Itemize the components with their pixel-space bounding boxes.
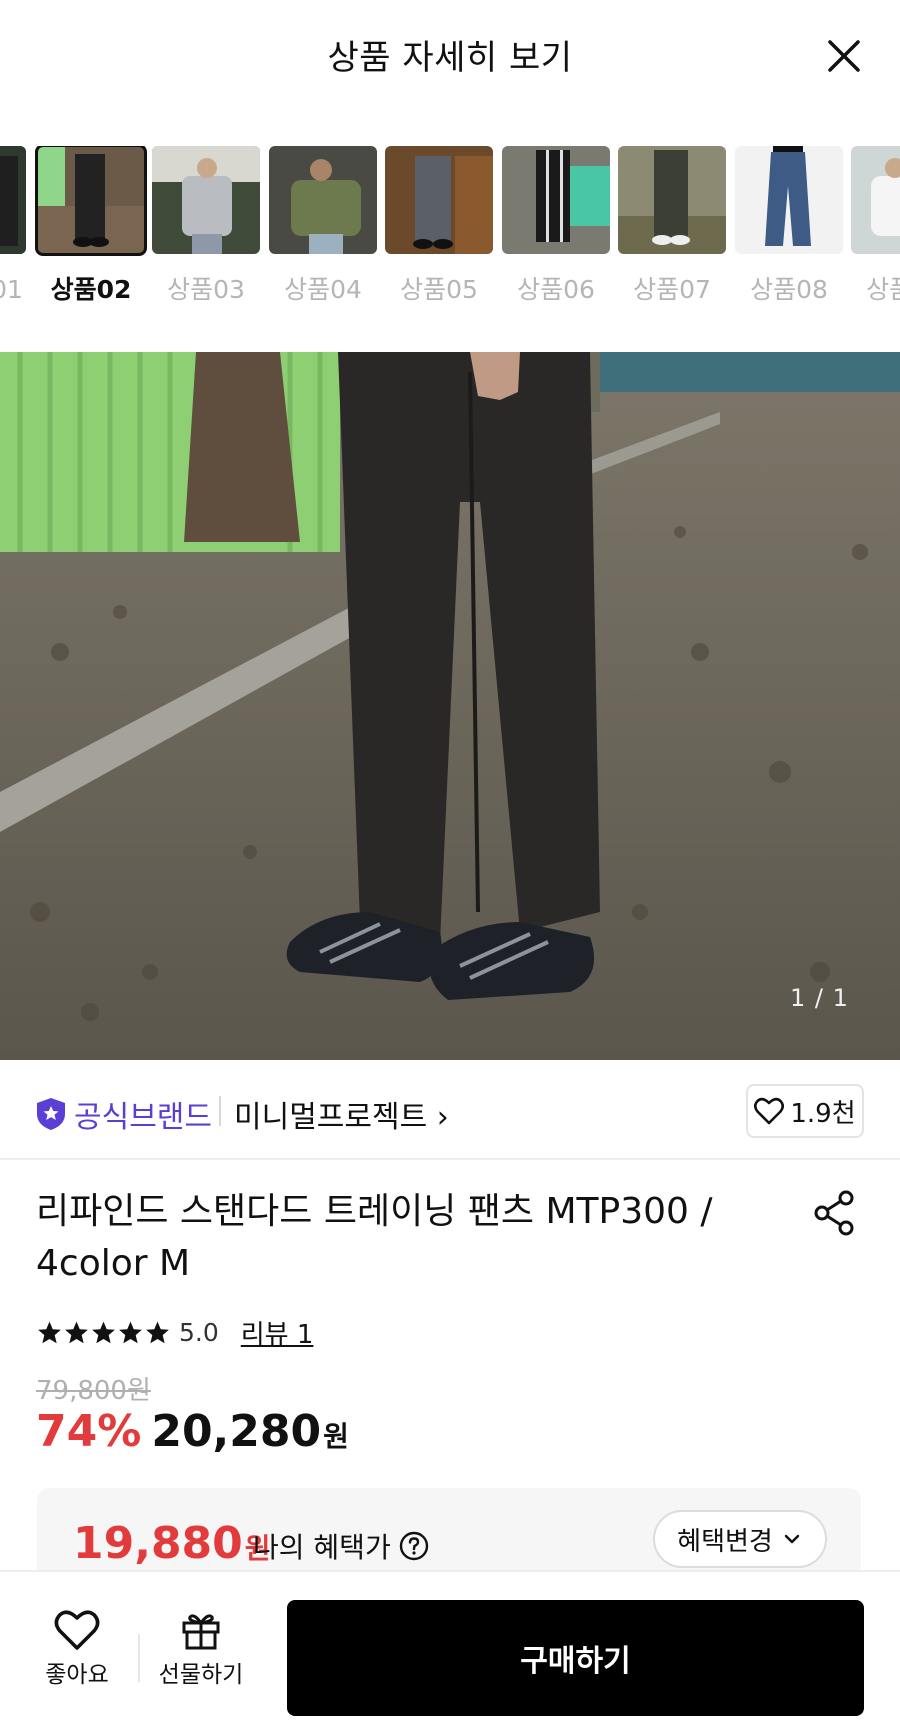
thumbnail-label[interactable]: 상품05 — [379, 270, 499, 306]
gift-label: 선물하기 — [158, 1661, 244, 1688]
thumbnail-image — [37, 146, 145, 254]
product-photo — [0, 352, 900, 1060]
bottom-action-bar: 좋아요 선물하기 구매하기 — [0, 1570, 900, 1723]
thumbnail-item[interactable] — [618, 146, 726, 254]
page-title: 상품 자세히 보기 — [327, 38, 573, 78]
star-icon — [119, 1321, 142, 1343]
like-button[interactable]: 좋아요 — [22, 1572, 132, 1723]
close-icon — [828, 40, 860, 72]
thumbnail-image — [735, 146, 843, 254]
thumbnail-item[interactable] — [735, 146, 843, 254]
benefit-price-value: 19,880 — [73, 1518, 243, 1569]
thumbnail-image — [152, 146, 260, 254]
benefit-price: 19,880 원 — [73, 1518, 271, 1569]
rating-row: 5.0 리뷰 1 — [36, 1314, 313, 1351]
thumbnail-image — [851, 146, 900, 254]
thumbnail-item[interactable] — [502, 146, 610, 254]
thumbnail-strip: 상품01 상품02 상품03 상품04 — [0, 146, 900, 306]
benefit-change-button[interactable]: 혜택변경 — [653, 1510, 827, 1568]
divider — [219, 1096, 221, 1126]
thumbnail-label[interactable]: 상품07 — [612, 270, 732, 306]
brand-like-button[interactable]: 1.9천 — [746, 1084, 864, 1138]
thumbnail-image — [618, 146, 726, 254]
question-icon[interactable] — [399, 1531, 429, 1561]
thumbnail-label[interactable]: 상품06 — [496, 270, 616, 306]
star-icon — [65, 1321, 88, 1343]
brand-link[interactable]: 미니멀프로젝트 › — [234, 1092, 449, 1136]
chevron-down-icon — [784, 1534, 800, 1544]
official-brand-badge: 공식브랜드 — [36, 1092, 212, 1136]
like-count: 1.9천 — [790, 1098, 856, 1129]
close-button[interactable] — [822, 34, 866, 78]
thumbnail-label[interactable]: 상품04 — [263, 270, 383, 306]
thumbnail-item[interactable] — [152, 146, 260, 254]
heart-icon — [54, 1609, 100, 1650]
thumbnail-item[interactable] — [269, 146, 377, 254]
star-icon — [146, 1321, 169, 1343]
thumbnail-label[interactable]: 상품02 — [31, 270, 151, 306]
image-counter: 1 / 1 — [790, 984, 849, 1012]
thumbnail-image — [502, 146, 610, 254]
thumbnail-image — [0, 146, 26, 254]
thumbnail-label[interactable]: 상품03 — [146, 270, 266, 306]
heart-icon — [754, 1097, 785, 1125]
benefit-label: 나의 혜택가 — [253, 1531, 391, 1564]
price-row: 74% 20,280 원 — [36, 1406, 349, 1457]
product-main-image[interactable]: 1 / 1 — [0, 352, 900, 1060]
star-icon — [38, 1321, 61, 1343]
star-icon — [92, 1321, 115, 1343]
rating-value: 5.0 — [179, 1318, 219, 1347]
thumbnail-label[interactable]: 상품09 — [845, 270, 900, 306]
share-button[interactable] — [810, 1188, 860, 1238]
discount-rate: 74% — [36, 1406, 142, 1457]
header: 상품 자세히 보기 — [0, 0, 900, 112]
sale-price-unit: 원 — [323, 1420, 349, 1453]
benefit-change-label: 혜택변경 — [677, 1526, 773, 1557]
star-rating — [36, 1320, 171, 1346]
buy-button[interactable]: 구매하기 — [287, 1600, 864, 1716]
official-brand-label: 공식브랜드 — [74, 1100, 212, 1135]
like-label: 좋아요 — [45, 1661, 109, 1688]
thumbnail-item-active[interactable] — [35, 146, 147, 256]
brand-row: 공식브랜드 미니멀프로젝트 › 1.9천 — [0, 1060, 900, 1160]
thumbnail-item[interactable] — [0, 146, 26, 254]
shield-star-icon — [37, 1098, 65, 1130]
thumbnail-label[interactable]: 상품08 — [729, 270, 849, 306]
benefit-label-row: 나의 혜택가 — [253, 1526, 429, 1566]
review-link[interactable]: 리뷰 1 — [241, 1314, 314, 1351]
gift-icon — [182, 1613, 220, 1649]
product-title: 리파인드 스탠다드 트레이닝 팬츠 MTP300 / 4color M — [36, 1191, 713, 1284]
original-price: 79,800원 — [36, 1376, 151, 1406]
share-icon — [814, 1190, 854, 1236]
divider — [138, 1634, 140, 1682]
sale-price: 20,280 — [151, 1406, 322, 1457]
gift-button[interactable]: 선물하기 — [146, 1572, 256, 1723]
thumbnail-image — [385, 146, 493, 254]
thumbnail-item[interactable] — [385, 146, 493, 254]
thumbnail-image — [269, 146, 377, 254]
thumbnail-item[interactable] — [851, 146, 900, 254]
